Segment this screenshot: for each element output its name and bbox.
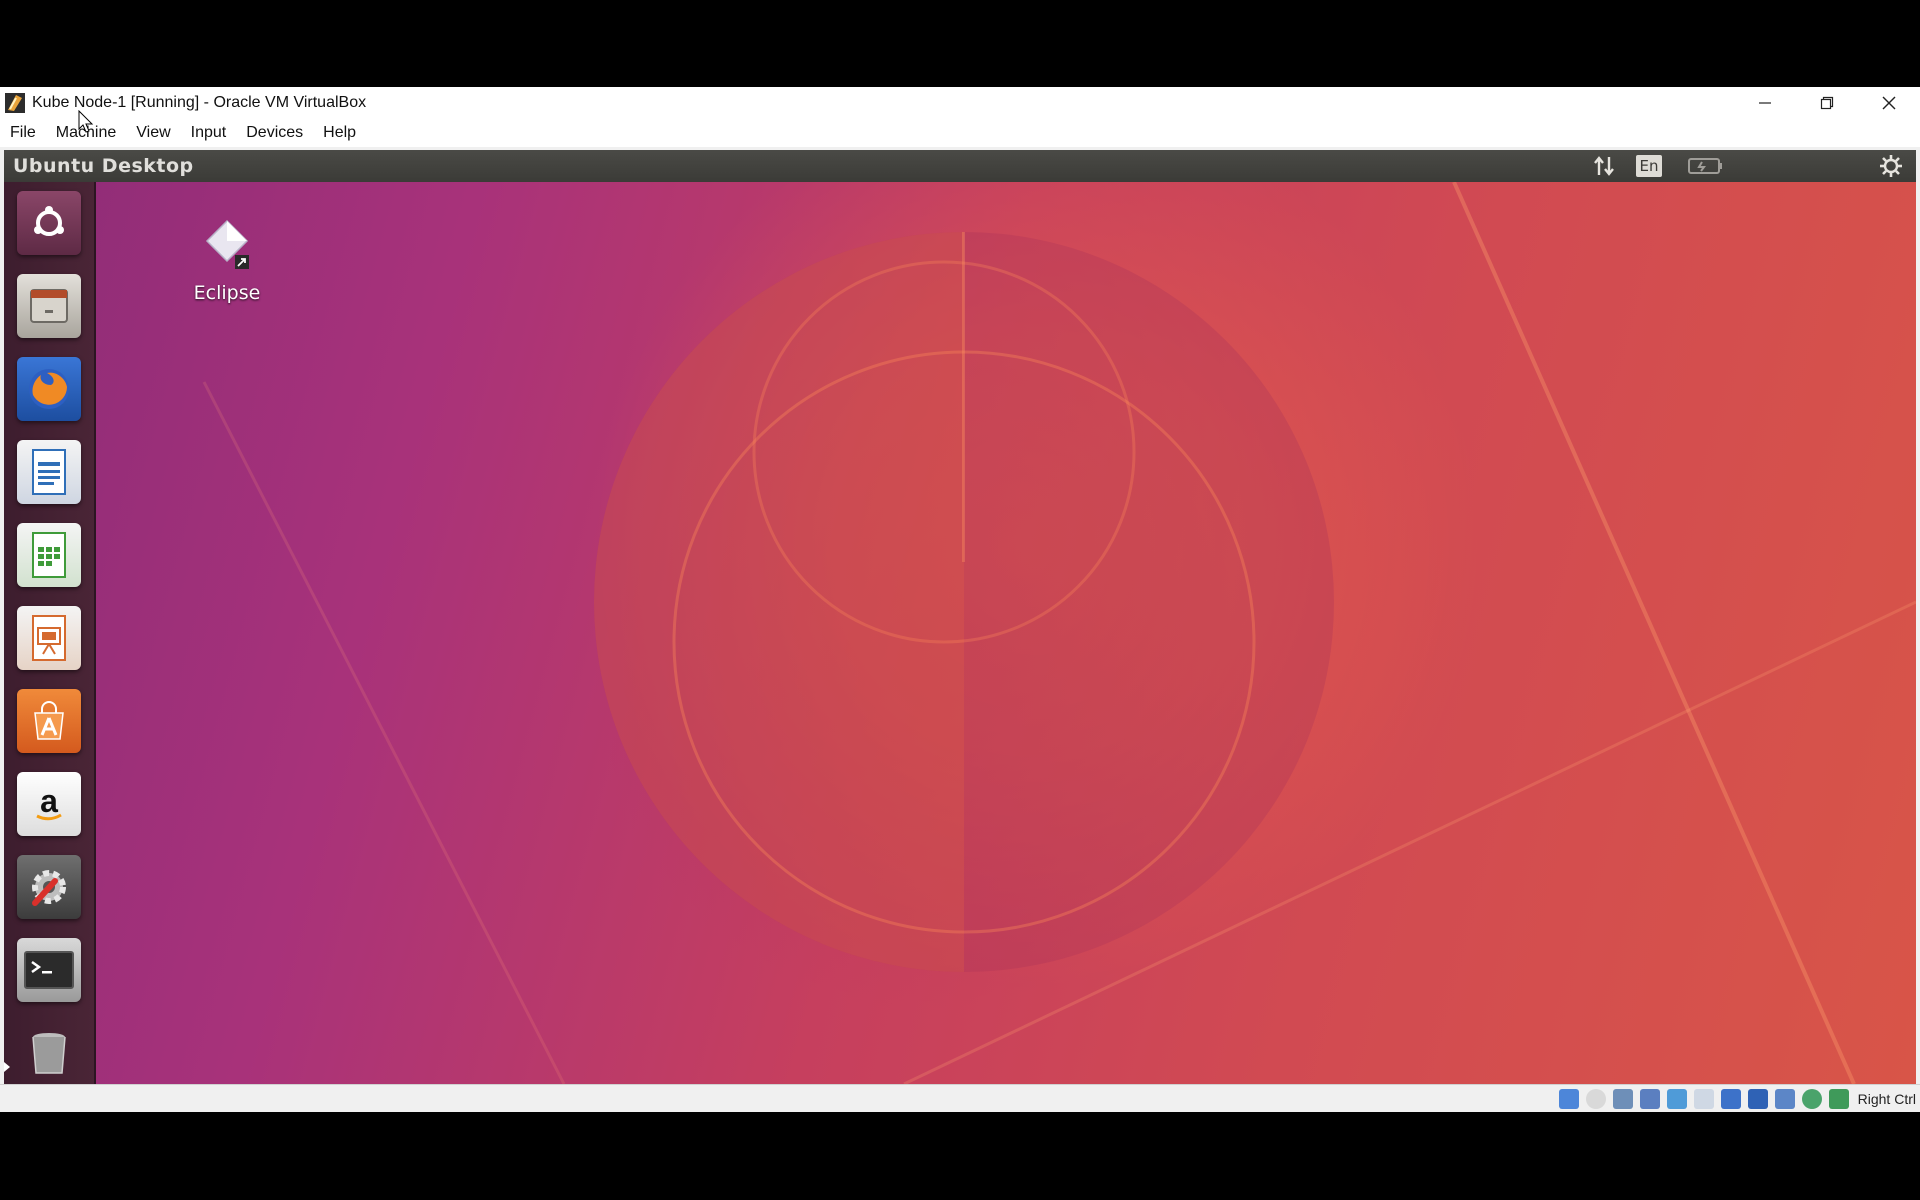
status-icons: Right Ctrl <box>1558 1087 1916 1111</box>
panel-indicators: En <box>1590 150 1916 182</box>
vm-status-bar: Right Ctrl <box>0 1084 1920 1112</box>
network-indicator[interactable] <box>1590 150 1618 182</box>
menu-input[interactable]: Input <box>181 119 237 147</box>
system-menu-indicator[interactable] <box>1876 150 1906 182</box>
ubuntu-top-panel: Ubuntu Desktop En <box>4 150 1916 182</box>
launcher-tile <box>17 440 81 504</box>
shared-folders-icon[interactable] <box>1693 1089 1714 1109</box>
guest-additions-icon[interactable] <box>1801 1089 1822 1109</box>
menu-devices[interactable]: Devices <box>236 119 313 147</box>
eclipse-shortcut-icon <box>205 219 249 269</box>
launcher-item-settings[interactable] <box>13 851 85 923</box>
ubuntu-logo-icon <box>34 206 64 236</box>
display-icon[interactable] <box>1720 1089 1741 1109</box>
launcher-item-files[interactable] <box>13 270 85 342</box>
minimize-icon <box>1759 102 1771 104</box>
svg-text:a: a <box>40 783 58 819</box>
host-key-label: Right Ctrl <box>1857 1091 1916 1107</box>
optical-drive-icon[interactable] <box>1585 1089 1606 1109</box>
panel-title: Ubuntu Desktop <box>13 155 194 177</box>
launcher-tile <box>17 274 81 338</box>
launcher-item-software[interactable] <box>13 685 85 757</box>
restore-icon <box>1820 96 1834 110</box>
libreoffice-impress-icon <box>32 615 66 661</box>
hard-disk-icon[interactable] <box>1558 1089 1579 1109</box>
software-center-icon <box>34 701 64 740</box>
launcher-tile <box>17 357 81 421</box>
menu-file[interactable]: File <box>0 119 46 147</box>
battery-icon <box>1688 158 1722 174</box>
libreoffice-calc-icon <box>32 532 66 578</box>
launcher-item-amazon[interactable]: a <box>13 768 85 840</box>
network-arrows-icon <box>1594 156 1614 176</box>
video-capture-icon[interactable] <box>1747 1089 1768 1109</box>
close-icon <box>1882 96 1896 110</box>
launcher-item-impress[interactable] <box>13 602 85 674</box>
launcher-tile <box>17 523 81 587</box>
desktop-icon-label: Eclipse <box>193 282 261 304</box>
running-indicator-arrow <box>4 1062 10 1072</box>
battery-indicator[interactable] <box>1686 150 1726 182</box>
virtualbox-window: Kube Node-1 [Running] - Oracle VM Virtua… <box>0 87 1920 1112</box>
libreoffice-writer-icon <box>32 449 66 495</box>
launcher-tile <box>17 938 81 1002</box>
vm-display[interactable]: Ubuntu Desktop En a Eclipse <box>4 150 1916 1084</box>
window-controls <box>1734 87 1920 119</box>
cpu-icon[interactable] <box>1828 1089 1849 1109</box>
launcher-item-firefox[interactable] <box>13 353 85 425</box>
window-titlebar[interactable]: Kube Node-1 [Running] - Oracle VM Virtua… <box>0 87 1920 119</box>
launcher-tile <box>17 1021 81 1084</box>
unity-launcher: a <box>4 182 96 1084</box>
menu-help[interactable]: Help <box>313 119 366 147</box>
network-icon[interactable] <box>1639 1089 1660 1109</box>
menu-bar: File Machine View Input Devices Help <box>0 119 1920 147</box>
launcher-tile: a <box>17 772 81 836</box>
terminal-icon <box>24 951 74 989</box>
launcher-tile <box>17 689 81 753</box>
amazon-icon: a <box>36 783 62 821</box>
restore-button[interactable] <box>1796 87 1858 119</box>
launcher-tile <box>17 855 81 919</box>
settings-gear-icon <box>1880 155 1902 177</box>
menu-view[interactable]: View <box>126 119 180 147</box>
mouse-integration-icon[interactable] <box>1774 1089 1795 1109</box>
firefox-icon <box>29 369 69 409</box>
desktop-icon-eclipse[interactable]: Eclipse <box>182 217 272 304</box>
wallpaper-lines <box>202 182 1916 1084</box>
language-indicator[interactable]: En <box>1636 155 1662 177</box>
ubuntu-desktop[interactable]: a Eclipse <box>4 182 1916 1084</box>
launcher-item-writer[interactable] <box>13 436 85 508</box>
launcher-item-calc[interactable] <box>13 519 85 591</box>
launcher-tile <box>17 606 81 670</box>
mouse-cursor-icon <box>78 110 94 133</box>
launcher-item-terminal[interactable] <box>13 934 85 1006</box>
trash-icon <box>32 1033 66 1074</box>
usb-icon[interactable] <box>1666 1089 1687 1109</box>
file-cabinet-icon <box>30 289 68 323</box>
audio-icon[interactable] <box>1612 1089 1633 1109</box>
virtualbox-app-icon <box>5 93 25 113</box>
launcher-item-trash[interactable] <box>13 1017 85 1084</box>
launcher-item-dash[interactable] <box>13 187 85 259</box>
close-button[interactable] <box>1858 87 1920 119</box>
language-label: En <box>1639 157 1659 175</box>
minimize-button[interactable] <box>1734 87 1796 119</box>
system-settings-icon <box>32 870 66 906</box>
launcher-tile <box>17 191 81 255</box>
